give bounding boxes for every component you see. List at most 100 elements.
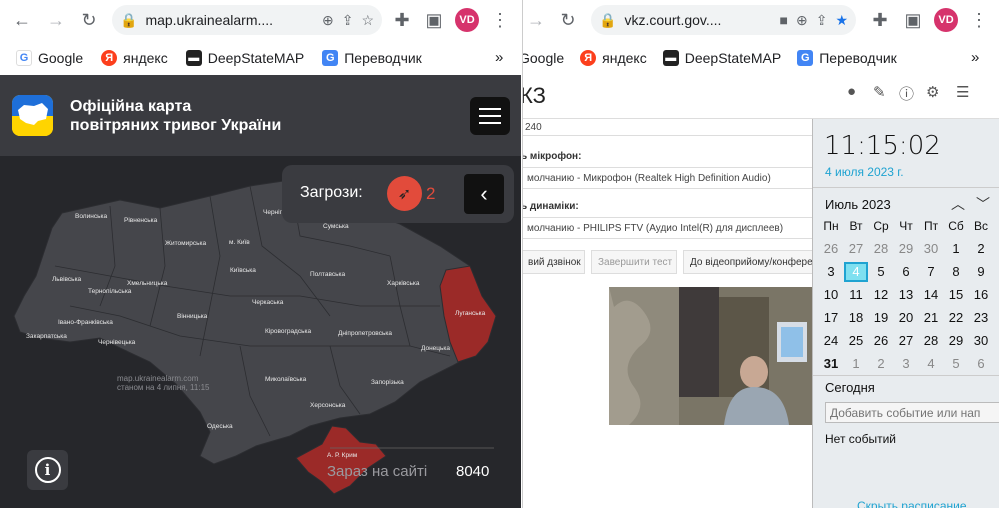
reload-icon[interactable]: ↻ [555, 7, 581, 33]
user-icon[interactable]: ● [847, 83, 856, 100]
region-label[interactable]: Івано-Франківська [58, 319, 113, 326]
bookmark-translate[interactable]: G Переводчик [797, 49, 897, 66]
calendar-day[interactable]: 1 [944, 239, 968, 259]
calendar-day[interactable]: 8 [944, 262, 968, 282]
calendar-day[interactable]: 27 [894, 331, 918, 351]
bookmark-deepstate[interactable]: ▬ DeepStateMAP [662, 49, 781, 66]
calendar-day[interactable]: 11 [844, 285, 868, 305]
forward-icon[interactable]: → [43, 7, 69, 33]
region-label[interactable]: Житомирська [165, 240, 206, 247]
region-label[interactable]: Київська [230, 267, 256, 274]
calendar-day[interactable]: 1 [844, 354, 868, 374]
calendar-day[interactable]: 28 [919, 331, 943, 351]
chevron-up-icon[interactable]: ︿ [951, 194, 965, 214]
menu-kebab-icon[interactable]: ⋮ [487, 7, 513, 33]
chevron-down-icon[interactable]: ﹀ [976, 194, 990, 214]
calendar-day[interactable]: 10 [819, 285, 843, 305]
calendar-day[interactable]: 13 [894, 285, 918, 305]
calendar-day[interactable]: 12 [869, 285, 893, 305]
calendar-day[interactable]: 15 [944, 285, 968, 305]
calendar-day[interactable]: 30 [969, 331, 993, 351]
bookmark-deepstate[interactable]: ▬ DeepStateMAP [185, 49, 304, 66]
region-label[interactable]: Харківська [387, 280, 419, 287]
calendar-day[interactable]: 14 [919, 285, 943, 305]
calendar-day[interactable]: 5 [944, 354, 968, 374]
region-label[interactable]: Хмельницька [127, 280, 167, 287]
forward-icon[interactable]: → [523, 7, 549, 33]
star-icon[interactable]: ☆ [361, 12, 374, 29]
calendar-day[interactable]: 17 [819, 308, 843, 328]
info-button[interactable]: i [27, 450, 68, 490]
calendar-day[interactable]: 21 [919, 308, 943, 328]
calendar-day[interactable]: 25 [844, 331, 868, 351]
bookmark-translate[interactable]: G Переводчик [322, 49, 422, 66]
calendar-day[interactable]: 23 [969, 308, 993, 328]
calendar-day[interactable]: 31 [819, 354, 843, 374]
url-text[interactable]: vkz.court.gov.... [624, 12, 771, 28]
hamburger-menu-button[interactable] [470, 97, 510, 135]
info-circle-icon[interactable]: ⓘ [899, 83, 914, 104]
region-label[interactable]: Миколаївська [265, 376, 306, 383]
add-event-input[interactable] [825, 402, 999, 423]
url-text[interactable]: map.ukrainealarm.... [145, 12, 314, 28]
region-label[interactable]: Полтавська [310, 271, 345, 278]
calendar-day[interactable]: 5 [869, 262, 893, 282]
calendar-day[interactable]: 27 [844, 239, 868, 259]
more-bookmarks[interactable]: » [495, 49, 503, 66]
calendar-day[interactable]: 24 [819, 331, 843, 351]
calendar-day[interactable]: 18 [844, 308, 868, 328]
bookmark-yandex[interactable]: Я яндекс [580, 49, 647, 66]
side-panel-icon[interactable]: ▣ [421, 7, 447, 33]
address-bar[interactable]: 🔒 vkz.court.gov.... ■ ⊕ ⇪ ★ [591, 5, 856, 35]
calendar-day[interactable]: 4 [919, 354, 943, 374]
region-label[interactable]: Запорізька [371, 379, 404, 386]
region-label[interactable]: Кіровоградська [265, 328, 311, 335]
back-icon[interactable]: ← [9, 7, 35, 33]
share-icon[interactable]: ⇪ [816, 12, 828, 29]
region-label[interactable]: Одеська [207, 423, 233, 430]
region-label[interactable]: м. Київ [229, 239, 250, 246]
address-bar[interactable]: 🔒 map.ukrainealarm.... ⊕ ⇪ ☆ [112, 5, 382, 35]
calendar-day[interactable]: 3 [819, 262, 843, 282]
region-label[interactable]: Закарпатська [26, 333, 67, 340]
zoom-icon[interactable]: ⊕ [796, 12, 808, 29]
region-label[interactable]: А. Р. Крим [327, 452, 357, 459]
collapse-threats-button[interactable]: ‹ [464, 174, 504, 214]
side-panel-icon[interactable]: ▣ [900, 7, 926, 33]
top-field[interactable]: 240 [523, 118, 813, 136]
profile-avatar[interactable]: VD [455, 8, 479, 32]
camera-icon[interactable]: ■ [780, 12, 788, 28]
profile-avatar[interactable]: VD [934, 8, 958, 32]
calendar-day[interactable]: 6 [894, 262, 918, 282]
hide-schedule-link[interactable]: Скрыть расписание [857, 499, 967, 508]
region-label[interactable]: Львівська [52, 276, 81, 283]
calendar-day[interactable]: 3 [894, 354, 918, 374]
calendar-day[interactable]: 29 [944, 331, 968, 351]
speaker-select[interactable]: молчанию - PHILIPS FTV (Аудио Intel(R) д… [523, 217, 813, 239]
zoom-icon[interactable]: ⊕ [322, 12, 334, 29]
test-call-tab[interactable]: вий дзвінок [523, 250, 585, 274]
calendar-day[interactable]: 2 [969, 239, 993, 259]
extensions-icon[interactable]: ✚ [867, 7, 893, 33]
missile-icon[interactable]: ➶ [387, 176, 422, 211]
menu-kebab-icon[interactable]: ⋮ [966, 7, 992, 33]
calendar-day[interactable]: 7 [919, 262, 943, 282]
calendar-day[interactable]: 26 [869, 331, 893, 351]
region-label[interactable]: Волинська [75, 213, 107, 220]
edit-icon[interactable]: ✎ [873, 83, 886, 101]
region-label[interactable]: Донецька [421, 345, 450, 352]
region-label[interactable]: Сумська [323, 223, 349, 230]
calendar-day[interactable]: 29 [894, 239, 918, 259]
calendar-day[interactable]: 26 [819, 239, 843, 259]
reload-icon[interactable]: ↻ [76, 7, 102, 33]
calendar-day[interactable]: 20 [894, 308, 918, 328]
region-label[interactable]: Луганська [455, 310, 485, 317]
end-test-tab[interactable]: Завершити тест [591, 250, 677, 274]
share-icon[interactable]: ⇪ [342, 12, 354, 29]
calendar-day[interactable]: 19 [869, 308, 893, 328]
bookmark-google[interactable]: G Google [16, 49, 83, 66]
star-filled-icon[interactable]: ★ [835, 12, 848, 29]
bookmark-yandex[interactable]: Я яндекс [101, 49, 168, 66]
mic-select[interactable]: молчанию - Микрофон (Realtek High Defini… [523, 167, 813, 189]
region-label[interactable]: Херсонська [310, 402, 345, 409]
